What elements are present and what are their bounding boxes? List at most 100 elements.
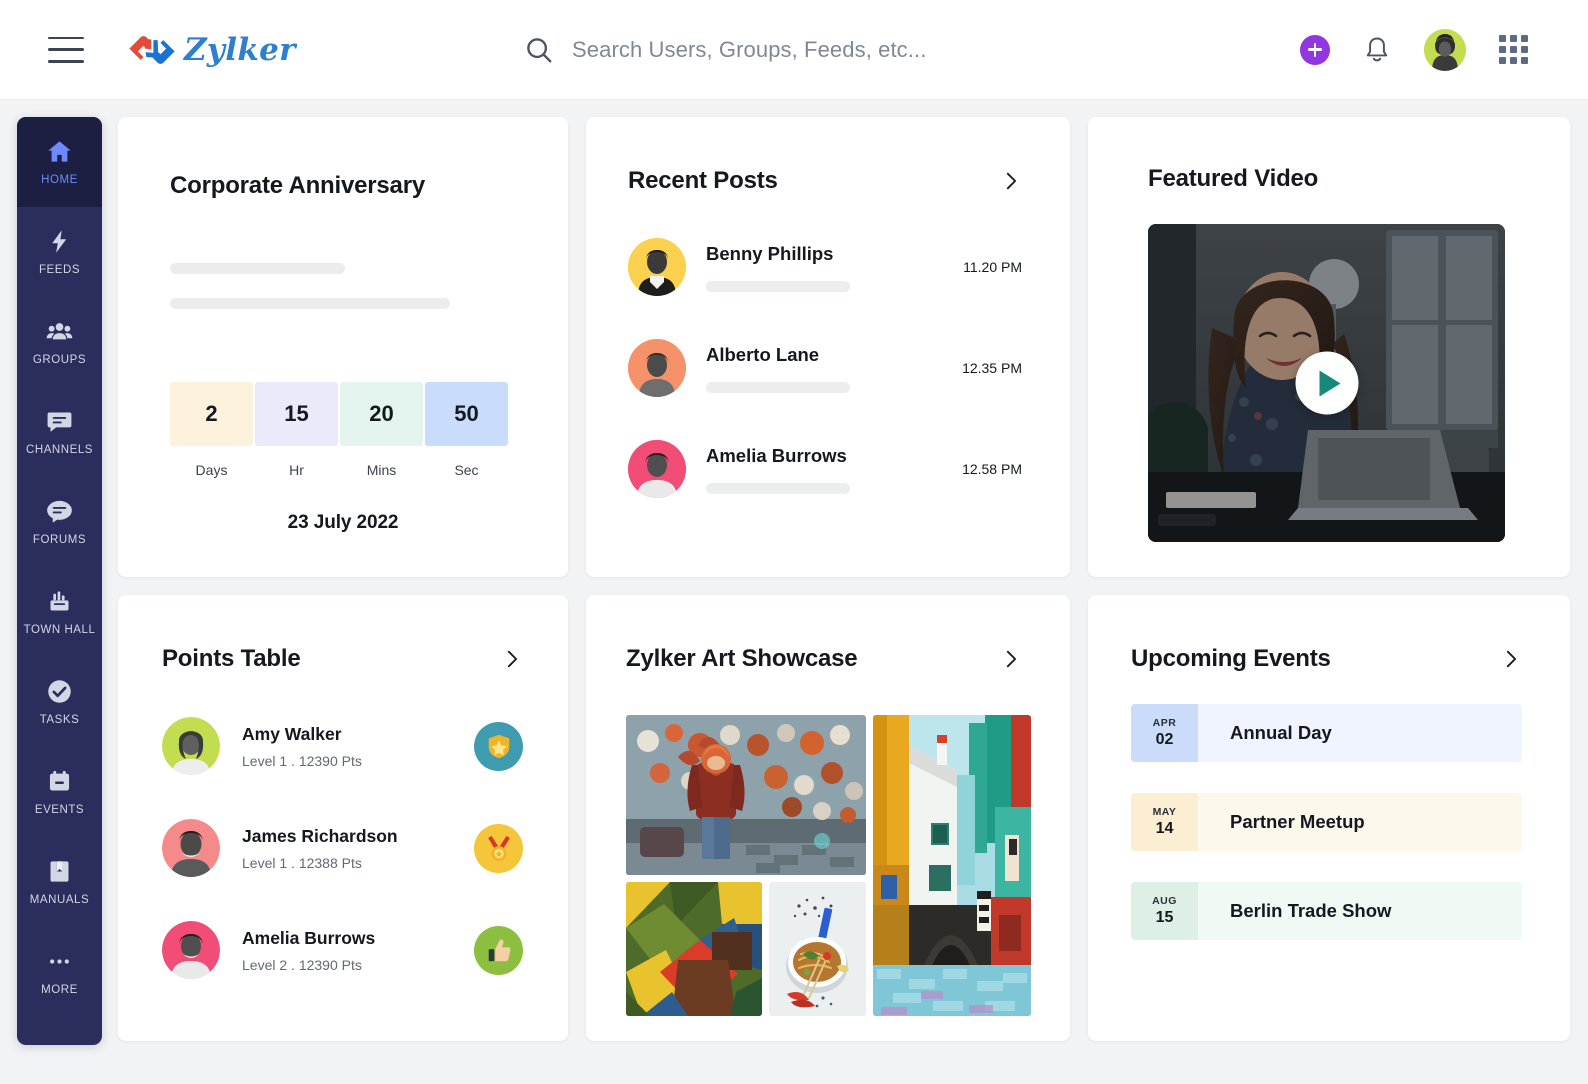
countdown-label: Hr: [289, 462, 304, 478]
zylker-logo-icon: [129, 27, 175, 73]
list-item[interactable]: Amelia Burrows 12.58 PM: [628, 440, 1022, 498]
countdown-value: 20: [340, 382, 423, 446]
sidebar-item-label: TASKS: [40, 714, 80, 726]
featured-video-title: Featured Video: [1148, 165, 1525, 193]
player-meta: Level 2 . 12390 Pts: [242, 957, 474, 973]
app-logo[interactable]: Zylker: [129, 27, 296, 73]
event-day: 15: [1156, 909, 1174, 927]
avatar: [162, 717, 220, 775]
sidebar-item-tasks[interactable]: TASKS: [17, 657, 102, 747]
countdown-value: 50: [425, 382, 508, 446]
sidebar-item-forums[interactable]: FORUMS: [17, 477, 102, 567]
apps-grid-icon[interactable]: [1499, 35, 1528, 64]
card-recent-posts: Recent Posts: [586, 117, 1070, 577]
card-corporate-anniversary: Corporate Anniversary 2 Days 15 Hr 20 Mi…: [118, 117, 568, 577]
placeholder-line: [706, 483, 850, 494]
event-date-chip: AUG 15: [1131, 882, 1198, 940]
video-thumbnail[interactable]: [1148, 224, 1505, 542]
post-author-name: Amelia Burrows: [706, 445, 950, 467]
player-name: Amy Walker: [242, 724, 474, 745]
sidebar-item-feeds[interactable]: FEEDS: [17, 207, 102, 297]
brand-name: Zylker: [184, 32, 296, 68]
search-bar[interactable]: Search Users, Groups, Feeds, etc...: [524, 35, 926, 65]
art-image: [626, 882, 762, 1016]
sidebar-item-label: FEEDS: [39, 264, 80, 276]
notifications-bell-icon[interactable]: [1363, 35, 1391, 65]
art-tile-geometric-abstract[interactable]: [626, 882, 762, 1016]
art-tile-noodle-bowl[interactable]: [769, 882, 866, 1016]
table-row[interactable]: James Richardson Level 1 . 12388 Pts: [162, 819, 523, 877]
list-item[interactable]: Alberto Lane 12.35 PM: [628, 339, 1022, 397]
card-featured-video: Featured Video: [1088, 117, 1570, 577]
placeholder-line: [706, 281, 850, 292]
event-month: MAY: [1153, 806, 1177, 818]
card-art-showcase: Zylker Art Showcase: [586, 595, 1070, 1041]
sidebar-item-label: FORUMS: [33, 534, 86, 546]
countdown-label: Days: [196, 462, 228, 478]
points-table-title: Points Table: [162, 645, 301, 673]
sidebar-item-town-hall[interactable]: TOWN HALL: [17, 567, 102, 657]
anniversary-date: 23 July 2022: [170, 512, 516, 534]
table-row[interactable]: Amy Walker Level 1 . 12390 Pts: [162, 717, 523, 775]
countdown-label: Mins: [367, 462, 397, 478]
list-item[interactable]: Benny Phillips 11.20 PM: [628, 238, 1022, 296]
sidebar-item-label: GROUPS: [33, 354, 86, 366]
art-gallery-grid: [626, 715, 1037, 1016]
medal-badge-icon: [474, 824, 523, 873]
post-author-name: Alberto Lane: [706, 344, 950, 366]
avatar-photo: [162, 819, 220, 877]
search-input[interactable]: Search Users, Groups, Feeds, etc...: [572, 37, 926, 63]
sidebar-item-label: MANUALS: [30, 894, 89, 906]
event-name: Annual Day: [1198, 704, 1522, 762]
sidebar-item-label: MORE: [41, 984, 78, 996]
list-item[interactable]: MAY 14 Partner Meetup: [1131, 793, 1522, 851]
chevron-right-icon[interactable]: [1000, 648, 1022, 670]
calendar-icon: [46, 768, 73, 795]
art-image: [873, 715, 1031, 1016]
avatar: [628, 238, 686, 296]
menu-toggle-icon[interactable]: [48, 37, 84, 63]
play-icon: [1319, 370, 1340, 396]
countdown-label: Sec: [454, 462, 478, 478]
user-avatar[interactable]: [1424, 29, 1466, 71]
recent-posts-title: Recent Posts: [628, 167, 778, 195]
chevron-right-icon[interactable]: [501, 648, 523, 670]
sidebar-item-label: EVENTS: [35, 804, 84, 816]
sidebar-item-events[interactable]: EVENTS: [17, 747, 102, 837]
avatar: [628, 339, 686, 397]
countdown-unit-days: 2 Days: [170, 382, 253, 478]
upcoming-events-title: Upcoming Events: [1131, 645, 1331, 673]
player-meta: Level 1 . 12390 Pts: [242, 753, 474, 769]
sidebar-item-groups[interactable]: GROUPS: [17, 297, 102, 387]
sidebar-item-channels[interactable]: CHANNELS: [17, 387, 102, 477]
table-row[interactable]: Amelia Burrows Level 2 . 12390 Pts: [162, 921, 523, 979]
forum-bubble-icon: [46, 498, 73, 525]
sidebar-item-home[interactable]: HOME: [17, 117, 102, 207]
art-tile-colorful-alleyway[interactable]: [873, 715, 1031, 1016]
countdown-value: 15: [255, 382, 338, 446]
sidebar-item-more[interactable]: MORE: [17, 927, 102, 1017]
sidebar-item-manuals[interactable]: MANUALS: [17, 837, 102, 927]
top-header: Zylker Search Users, Groups, Feeds, etc.…: [0, 0, 1588, 100]
event-name: Partner Meetup: [1198, 793, 1522, 851]
chevron-right-icon[interactable]: [1500, 648, 1522, 670]
list-item[interactable]: AUG 15 Berlin Trade Show: [1131, 882, 1522, 940]
ellipsis-icon: [46, 948, 73, 975]
post-time: 11.20 PM: [950, 259, 1022, 275]
event-name: Berlin Trade Show: [1198, 882, 1522, 940]
event-day: 02: [1156, 731, 1174, 749]
countdown-unit-hours: 15 Hr: [255, 382, 338, 478]
placeholder-line: [170, 298, 450, 309]
art-tile-figurine-wall[interactable]: [626, 715, 866, 875]
player-meta: Level 1 . 12388 Pts: [242, 855, 474, 871]
add-button[interactable]: [1300, 35, 1330, 65]
player-name: James Richardson: [242, 826, 474, 847]
play-button[interactable]: [1295, 352, 1358, 415]
placeholder-line: [706, 382, 850, 393]
chevron-right-icon[interactable]: [1000, 170, 1022, 192]
post-time: 12.58 PM: [950, 461, 1022, 477]
app-root: Zylker Search Users, Groups, Feeds, etc.…: [0, 0, 1588, 1084]
avatar-photo: [628, 440, 686, 498]
art-showcase-title: Zylker Art Showcase: [626, 645, 857, 673]
list-item[interactable]: APR 02 Annual Day: [1131, 704, 1522, 762]
